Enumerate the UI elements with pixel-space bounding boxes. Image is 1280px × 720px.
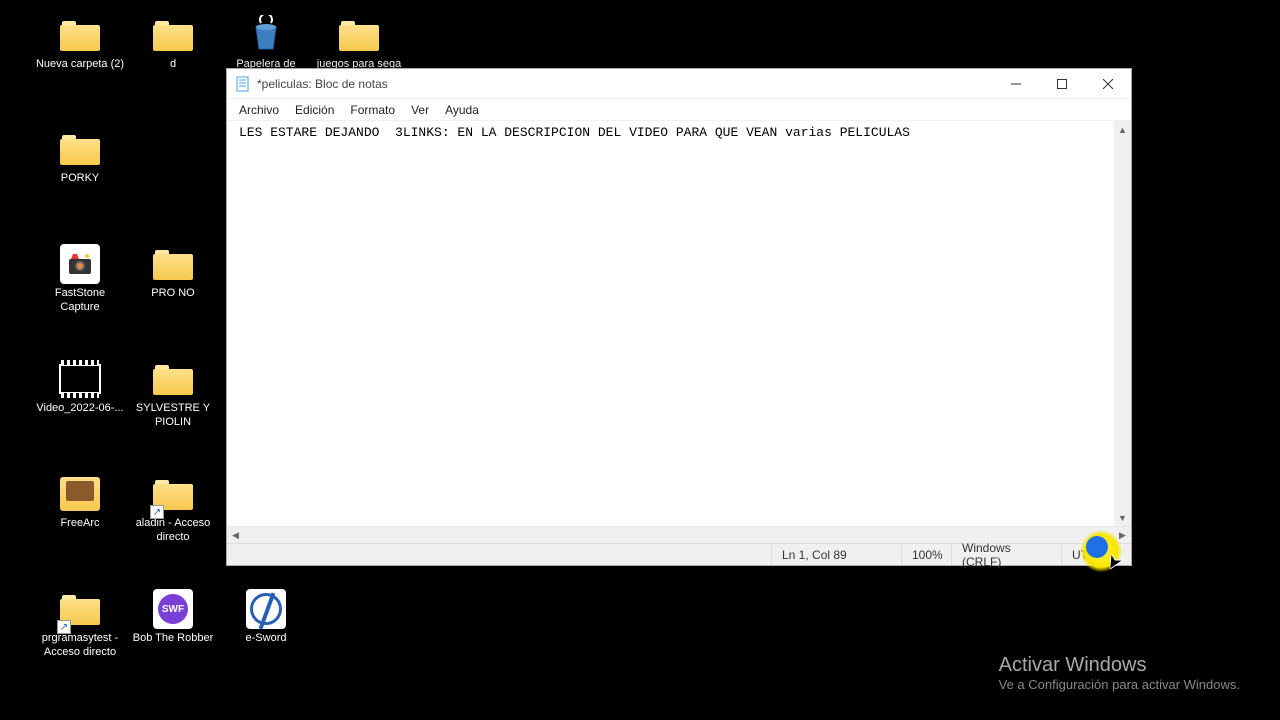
watermark-title: Activar Windows [999,654,1240,677]
desktop-icon-label: d [170,58,176,72]
title-bar[interactable]: *peliculas: Bloc de notas [227,69,1131,99]
text-area[interactable]: LES ESTARE DEJANDO 3LINKS: EN LA DESCRIP… [227,121,1131,526]
status-encoding: UTF-8 [1061,544,1131,565]
vertical-scrollbar[interactable]: ▲ ▼ [1114,121,1131,526]
menu-bar: ArchivoEdiciónFormatoVerAyuda [227,99,1131,121]
desktop-icon-label: PORKY [61,172,100,186]
desktop-icon-label: Nueva carpeta (2) [36,58,124,72]
close-button[interactable] [1085,69,1131,98]
status-line-ending: Windows (CRLF) [951,544,1061,565]
status-zoom: 100% [901,544,951,565]
menu-ayuda[interactable]: Ayuda [437,101,487,119]
scroll-right-icon[interactable]: ▶ [1114,527,1131,543]
menu-edición[interactable]: Edición [287,101,342,119]
desktop-icon-swf[interactable]: SWFBob The Robber [128,588,218,646]
desktop-icon-label: e-Sword [246,632,287,646]
desktop-icon-folder[interactable]: ↗prgramasytest - Acceso directo [35,588,125,660]
maximize-button[interactable] [1039,69,1085,98]
desktop-icon-faststone[interactable]: FastStone Capture [35,243,125,315]
desktop-icon-label: Video_2022-06-... [36,402,123,416]
desktop-icon-folder[interactable]: Nueva carpeta (2) [35,14,125,72]
scroll-left-icon[interactable]: ◀ [227,527,244,543]
desktop-icon-folder[interactable]: SYLVESTRE Y PIOLIN [128,358,218,430]
desktop-icon-recycle[interactable]: Papelera de [221,14,311,72]
desktop-icon-folder[interactable]: juegos para sega [314,14,404,72]
desktop-icon-folder[interactable]: PRO NO [128,243,218,301]
desktop-icon-esword[interactable]: e-Sword [221,588,311,646]
notepad-icon [235,76,251,92]
watermark-subtitle: Ve a Configuración para activar Windows. [999,677,1240,692]
desktop-icon-folder[interactable]: ↗aladin - Acceso directo [128,473,218,545]
desktop-icon-folder[interactable]: d [128,14,218,72]
minimize-button[interactable] [993,69,1039,98]
scroll-up-icon[interactable]: ▲ [1114,121,1131,138]
desktop-icon-label: Bob The Robber [133,632,214,646]
desktop-icon-label: SYLVESTRE Y PIOLIN [128,402,218,430]
menu-ver[interactable]: Ver [403,101,437,119]
windows-activation-watermark: Activar Windows Ve a Configuración para … [999,654,1240,692]
desktop-icon-folder[interactable]: PORKY [35,128,125,186]
status-position: Ln 1, Col 89 [771,544,901,565]
desktop-icon-freearc[interactable]: FreeArc [35,473,125,531]
window-title: *peliculas: Bloc de notas [257,77,993,91]
notepad-window: *peliculas: Bloc de notas ArchivoEdición… [226,68,1132,566]
desktop-icon-label: FreeArc [60,517,99,531]
desktop-icon-label: prgramasytest - Acceso directo [35,632,125,660]
status-bar: Ln 1, Col 89 100% Windows (CRLF) UTF-8 [227,543,1131,565]
desktop-icon-label: PRO NO [151,287,194,301]
menu-archivo[interactable]: Archivo [231,101,287,119]
desktop-icon-video[interactable]: Video_2022-06-... [35,358,125,416]
menu-formato[interactable]: Formato [342,101,403,119]
scroll-down-icon[interactable]: ▼ [1114,509,1131,526]
text-content: LES ESTARE DEJANDO 3LINKS: EN LA DESCRIP… [239,125,1113,140]
desktop-icon-label: FastStone Capture [35,287,125,315]
desktop-icon-label: aladin - Acceso directo [128,517,218,545]
